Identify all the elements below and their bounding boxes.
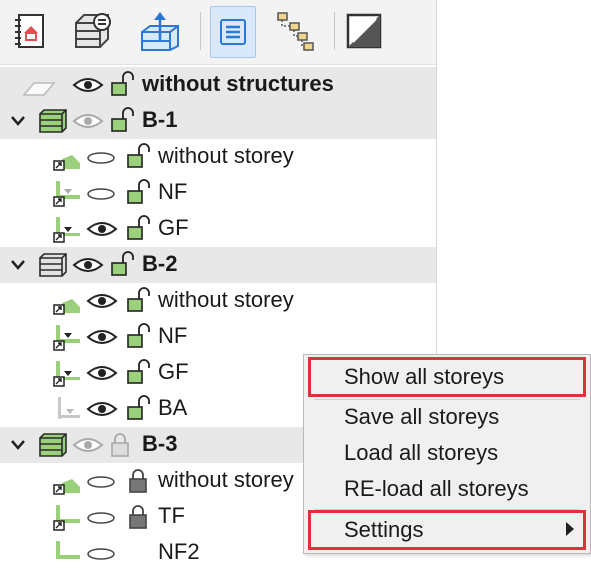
unlock-icon[interactable]	[126, 286, 150, 314]
eye-icon[interactable]	[72, 256, 104, 274]
submenu-arrow-icon	[566, 522, 574, 536]
storey-level-icon	[53, 217, 80, 243]
storey-level-icon	[53, 361, 80, 387]
menu-item-settings[interactable]: Settings	[308, 510, 586, 550]
eye-icon[interactable]	[72, 112, 104, 130]
unlock-icon[interactable]	[110, 106, 134, 134]
plane-icon	[22, 82, 56, 96]
eye-icon[interactable]	[86, 364, 118, 382]
tree-label: B-2	[142, 251, 178, 276]
building-icon	[39, 253, 67, 277]
tree-label: without storey	[158, 467, 294, 492]
eye-closed-icon[interactable]	[86, 547, 116, 561]
context-menu: Show all storeys Save all storeys Load a…	[303, 354, 591, 554]
unlock-icon[interactable]	[126, 214, 150, 242]
building-green-icon	[39, 109, 67, 133]
chevron-down-icon[interactable]	[10, 259, 26, 271]
storey-axis-icon[interactable]	[138, 6, 182, 56]
eye-icon[interactable]	[86, 220, 118, 238]
tree-row-without-storey[interactable]: without storey	[0, 139, 436, 175]
storey-ramp-icon	[53, 299, 80, 315]
tree-label: B-1	[142, 107, 178, 132]
menu-item-label: Save all storeys	[344, 404, 500, 429]
menu-separator	[314, 509, 580, 510]
tree-row-nf[interactable]: NF	[0, 175, 436, 211]
tree-label: without storey	[158, 143, 294, 168]
menu-item-label: Settings	[344, 517, 424, 542]
tree-row-nf[interactable]: NF	[0, 319, 436, 355]
eye-closed-icon[interactable]	[86, 475, 116, 489]
lock-icon[interactable]	[128, 504, 148, 530]
chevron-down-icon[interactable]	[10, 115, 26, 127]
home-project-icon[interactable]	[8, 6, 52, 56]
tree-label: TF	[158, 503, 185, 528]
tree-label: B-3	[142, 431, 178, 456]
eye-icon[interactable]	[86, 328, 118, 346]
tree-label: NF	[158, 323, 188, 348]
eye-icon[interactable]	[86, 292, 118, 310]
unlock-icon[interactable]	[110, 70, 134, 98]
menu-item-label: Show all storeys	[344, 364, 505, 389]
tree-label: without structures	[142, 71, 334, 96]
storey-level-icon	[53, 505, 80, 531]
storey-level-icon	[56, 541, 80, 559]
menu-item-label: RE-load all storeys	[344, 476, 529, 501]
tree-row-without-structures[interactable]: without structures	[0, 67, 436, 103]
tree-row-b1[interactable]: B-1	[0, 103, 436, 139]
unlock-icon[interactable]	[126, 142, 150, 170]
chevron-down-icon[interactable]	[10, 439, 26, 451]
tree-label: NF2	[158, 539, 200, 564]
unlock-icon[interactable]	[126, 178, 150, 206]
menu-item-load-all-storeys[interactable]: Load all storeys	[310, 435, 584, 471]
storey-level-icon	[53, 181, 80, 207]
menu-item-save-all-storeys[interactable]: Save all storeys	[310, 399, 584, 435]
diagonal-toggle-icon[interactable]	[342, 6, 386, 56]
tree-row-b2[interactable]: B-2	[0, 247, 436, 283]
eye-icon[interactable]	[72, 436, 104, 454]
storey-level-icon	[53, 325, 80, 351]
storey-list-icon[interactable]	[210, 6, 256, 58]
storey-ramp-icon	[53, 479, 80, 495]
eye-icon[interactable]	[86, 400, 118, 418]
tree-label: NF	[158, 179, 188, 204]
eye-icon[interactable]	[72, 76, 104, 94]
unlock-icon[interactable]	[110, 250, 134, 278]
lock-icon[interactable]	[110, 432, 130, 458]
unlock-icon[interactable]	[126, 394, 150, 422]
menu-item-reload-all-storeys[interactable]: RE-load all storeys	[310, 471, 584, 507]
structure-settings-icon[interactable]	[70, 6, 114, 56]
tree-label: BA	[158, 395, 188, 420]
unlock-icon[interactable]	[126, 322, 150, 350]
tree-label: without storey	[158, 287, 294, 312]
unlock-icon[interactable]	[126, 358, 150, 386]
tree-row-gf[interactable]: GF	[0, 211, 436, 247]
building-green-icon	[39, 433, 67, 457]
tree-label: GF	[158, 359, 189, 384]
menu-item-show-all-storeys[interactable]: Show all storeys	[308, 357, 586, 397]
storey-toolbar	[0, 0, 436, 65]
eye-closed-icon[interactable]	[86, 151, 116, 165]
tree-row-without-storey[interactable]: without storey	[0, 283, 436, 319]
tree-label: GF	[158, 215, 189, 240]
storey-basement-icon	[58, 397, 80, 419]
hierarchy-icon[interactable]	[272, 6, 316, 56]
eye-closed-icon[interactable]	[86, 187, 116, 201]
lock-icon[interactable]	[128, 468, 148, 494]
storey-ramp-icon	[53, 155, 80, 171]
menu-item-label: Load all storeys	[344, 440, 499, 465]
eye-closed-icon[interactable]	[86, 511, 116, 525]
